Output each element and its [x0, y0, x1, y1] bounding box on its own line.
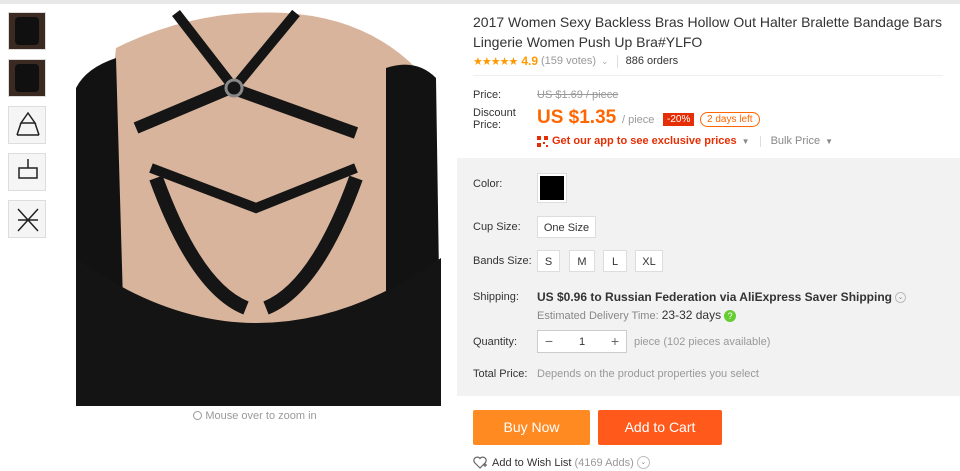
- color-label: Color:: [473, 178, 503, 190]
- days-left-badge: 2 days left: [700, 112, 760, 127]
- wishlist-row[interactable]: Add to Wish List (4169 Adds) ⌄: [473, 456, 650, 469]
- wishlist-count: (4169 Adds): [574, 456, 634, 469]
- help-icon[interactable]: ?: [724, 310, 737, 323]
- total-price-label: Total Price:: [473, 368, 528, 380]
- band-option-s[interactable]: S: [537, 250, 560, 272]
- app-promo-row: Get our app to see exclusive prices ▼ Bu…: [537, 135, 833, 147]
- per-unit: / piece: [622, 114, 655, 126]
- color-swatch-black[interactable]: [537, 173, 567, 203]
- divider: [759, 135, 761, 147]
- shipping-value-text[interactable]: US $0.96 to Russian Federation via AliEx…: [537, 290, 892, 304]
- rating-row: ★★★★★ 4.9 (159 votes) ⌄ 886 orders: [473, 53, 678, 69]
- thumbnail-image[interactable]: [8, 59, 46, 97]
- orders-count: 886 orders: [625, 55, 679, 67]
- band-option-m[interactable]: M: [569, 250, 595, 272]
- current-price: US $1.35: [537, 107, 617, 128]
- original-price: US $1.69 / piece: [537, 89, 619, 101]
- quantity-stepper: − 1 +: [537, 330, 627, 353]
- price-label: Price:: [473, 89, 502, 101]
- caret-down-icon[interactable]: ▼: [742, 137, 750, 146]
- quantity-label: Quantity:: [473, 336, 518, 348]
- discount-price-label: Discount Price:: [473, 107, 516, 131]
- increment-button[interactable]: +: [604, 331, 626, 352]
- heart-plus-icon[interactable]: [473, 456, 487, 469]
- band-option-xl[interactable]: XL: [635, 250, 663, 272]
- pieces-available: piece (102 pieces available): [634, 336, 771, 348]
- shipping-label: Shipping:: [473, 291, 519, 303]
- discount-badge: -20%: [663, 113, 695, 126]
- divider: [616, 54, 618, 68]
- cup-size-label: Cup Size:: [473, 221, 521, 233]
- thumbnail-list: [8, 12, 48, 247]
- decrement-button[interactable]: −: [538, 331, 560, 352]
- chevron-down-icon[interactable]: ⌄: [636, 456, 650, 469]
- chevron-down-icon[interactable]: ⌄: [601, 56, 609, 67]
- delivery-time: Estimated Delivery Time: 23-32 days ?: [537, 308, 737, 323]
- product-main-image[interactable]: [56, 8, 454, 406]
- delivery-label: Estimated Delivery Time:: [537, 310, 659, 322]
- color-fill: [540, 176, 564, 200]
- divider: [473, 75, 943, 76]
- band-size-label: Bands Size:: [473, 255, 532, 267]
- total-price-value: Depends on the product properties you se…: [537, 368, 759, 380]
- band-option-l[interactable]: L: [603, 250, 627, 272]
- zoom-hint: Mouse over to zoom in: [56, 410, 454, 422]
- star-rating-icon: ★★★★★: [473, 55, 518, 68]
- thumbnail-image[interactable]: [8, 200, 46, 238]
- rating-value: 4.9: [521, 54, 538, 68]
- product-title: 2017 Women Sexy Backless Bras Hollow Out…: [473, 14, 942, 50]
- buy-now-button[interactable]: Buy Now: [473, 410, 590, 445]
- quantity-input[interactable]: 1: [560, 336, 604, 348]
- add-to-cart-button[interactable]: Add to Cart: [598, 410, 722, 445]
- thumbnail-image[interactable]: [8, 12, 46, 50]
- thumbnail-image[interactable]: [8, 106, 46, 144]
- qr-code-icon: [537, 135, 548, 147]
- app-promo-link[interactable]: Get our app to see exclusive prices: [552, 135, 737, 147]
- caret-down-icon[interactable]: ▼: [825, 137, 833, 146]
- add-to-wishlist-link[interactable]: Add to Wish List: [492, 457, 571, 469]
- options-panel: [457, 158, 960, 396]
- chevron-down-icon[interactable]: ⌄: [895, 292, 907, 304]
- thumbnail-image[interactable]: [8, 153, 46, 191]
- delivery-value: 23-32 days: [661, 308, 722, 322]
- cup-option-one-size[interactable]: One Size: [537, 216, 596, 238]
- bulk-price-link[interactable]: Bulk Price: [771, 135, 821, 147]
- votes-count[interactable]: (159 votes): [541, 55, 596, 67]
- shipping-value[interactable]: US $0.96 to Russian Federation via AliEx…: [537, 290, 907, 304]
- magnifier-icon: [193, 410, 203, 420]
- top-border: [0, 0, 960, 4]
- zoom-hint-text: Mouse over to zoom in: [205, 410, 317, 422]
